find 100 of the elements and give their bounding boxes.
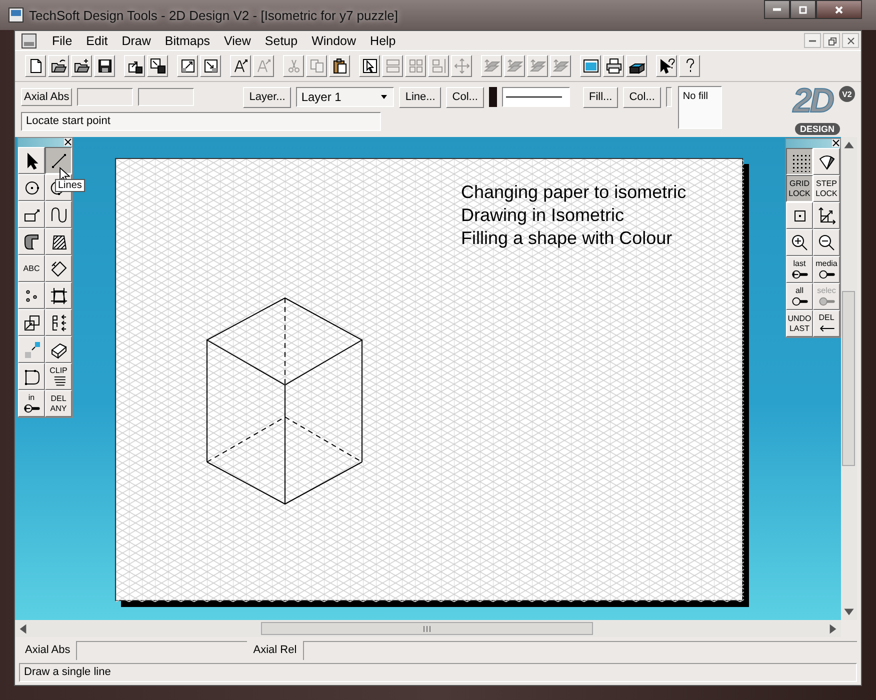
expand-icon	[180, 58, 196, 74]
fill-button[interactable]: Fill...	[582, 86, 618, 108]
toolbar-button[interactable]	[230, 55, 251, 77]
text-arrow-icon	[232, 58, 248, 74]
layer-dropdown[interactable]: Layer 1	[296, 87, 394, 107]
close-button[interactable]	[816, 0, 862, 19]
window-floppy-icon	[150, 58, 166, 74]
logo-text: 2D	[793, 82, 832, 121]
move-icon	[454, 58, 470, 74]
printer-icon	[606, 58, 622, 74]
grip-icon	[422, 624, 432, 632]
menu-item[interactable]: Setup	[258, 34, 305, 48]
line-color-swatch	[488, 87, 497, 107]
horizontal-scrollbar[interactable]	[15, 620, 841, 637]
palette-tool[interactable]: GRID LOCK	[786, 175, 813, 202]
menu-item[interactable]: Window	[304, 34, 364, 48]
menu-item[interactable]: Bitmaps	[158, 34, 218, 48]
zoom-in-icon	[790, 232, 810, 252]
palette-tool[interactable]: UNDO LAST	[786, 310, 813, 337]
palette-tool[interactable]: DEL ANY	[45, 390, 72, 417]
axial-abs-label: Axial Abs	[21, 88, 72, 106]
line-color-button[interactable]: Col...	[446, 86, 484, 108]
scissors-icon	[286, 58, 302, 74]
toolbar-button[interactable]	[329, 55, 350, 77]
axial-rel-label: Axial Rel	[252, 644, 298, 656]
line-style-button[interactable]: Line...	[399, 86, 442, 108]
toolbar-button[interactable]	[71, 55, 92, 77]
palette-tool[interactable]	[786, 148, 813, 175]
menu-item[interactable]: File	[45, 34, 80, 48]
toolbar-button[interactable]	[656, 55, 677, 77]
zoom-arrow-icon	[790, 269, 810, 280]
palette-tool[interactable]: last	[786, 256, 813, 283]
hook-icon	[22, 232, 42, 252]
close-button[interactable]	[842, 33, 859, 48]
palette-tool[interactable]: STEP LOCK	[813, 175, 840, 202]
layers-icon	[552, 58, 568, 74]
layer-button[interactable]: Layer...	[243, 86, 292, 108]
palette-tool[interactable]: DEL	[813, 310, 840, 337]
logo-badge: DESIGN	[795, 123, 840, 135]
toolbar-button[interactable]	[25, 55, 46, 77]
status-bar: Draw a single line	[19, 663, 857, 682]
palette-tool[interactable]: ABC	[18, 255, 45, 282]
toolbar-button[interactable]	[48, 55, 69, 77]
palette-tool[interactable]: in	[18, 390, 45, 417]
fill-color-swatch	[666, 87, 672, 107]
x-coordinate-field[interactable]	[77, 88, 134, 106]
app-icon	[8, 7, 24, 23]
toolbar-button[interactable]	[603, 55, 624, 77]
version-badge: V2	[839, 86, 855, 102]
minimize-icon	[809, 40, 816, 42]
palette-tool[interactable]: CLIP	[45, 363, 72, 390]
menu-item[interactable]: Draw	[114, 34, 158, 48]
curve-icon	[48, 204, 68, 224]
close-icon[interactable]	[64, 138, 72, 146]
pointer-box-icon	[362, 58, 378, 74]
close-icon[interactable]	[832, 139, 840, 147]
toolbar-button[interactable]	[124, 55, 145, 77]
fill-preview: No fill	[678, 86, 722, 129]
toolbar-button[interactable]	[679, 55, 700, 77]
palette-tool[interactable]: all	[786, 283, 813, 310]
axial-abs-label: Axial Abs	[24, 644, 72, 656]
page-icon	[28, 58, 44, 74]
minimize-button[interactable]	[804, 33, 821, 48]
y-coordinate-field[interactable]	[138, 88, 194, 106]
toolbar-button[interactable]	[200, 55, 221, 77]
toolbar-button[interactable]	[359, 55, 380, 77]
note-text: Filling a shape with Colour	[461, 227, 674, 250]
clipboard-icon	[332, 58, 348, 74]
toolbar-button[interactable]	[177, 55, 198, 77]
menu-item[interactable]: View	[217, 34, 258, 48]
scroll-thumb[interactable]	[842, 291, 855, 466]
zoom-slider-icon	[790, 296, 810, 307]
copy-icon	[308, 58, 324, 74]
restore-icon	[826, 36, 836, 46]
palette-tool[interactable]	[45, 147, 72, 174]
fill-color-button[interactable]: Col...	[623, 86, 661, 108]
toolbar-button[interactable]	[626, 55, 647, 77]
prompt-field: Locate start point	[21, 112, 381, 131]
trim-icon	[48, 286, 68, 306]
menu-item[interactable]: Help	[363, 34, 403, 48]
floppy-icon	[96, 58, 112, 74]
folder-plus-icon	[74, 58, 90, 74]
menu-item[interactable]: Edit	[79, 34, 115, 48]
folder-icon	[50, 58, 66, 74]
restore-button[interactable]	[823, 33, 840, 48]
maximize-button[interactable]	[790, 0, 816, 19]
align-icon	[430, 58, 446, 74]
toolbar-button[interactable]	[147, 55, 168, 77]
dimension-icon	[48, 258, 68, 278]
toolbar-button[interactable]	[94, 55, 115, 77]
scroll-thumb[interactable]	[261, 622, 593, 635]
zoom-out-icon	[816, 232, 836, 252]
toolbar-button[interactable]	[580, 55, 601, 77]
group-icon	[384, 58, 400, 74]
minimize-icon	[773, 8, 781, 11]
minimize-button[interactable]	[764, 0, 790, 19]
palette-tool[interactable]: media	[813, 256, 840, 283]
vertical-scrollbar[interactable]	[841, 137, 857, 620]
tooltip: Lines	[55, 179, 85, 192]
screen-icon	[582, 58, 598, 74]
